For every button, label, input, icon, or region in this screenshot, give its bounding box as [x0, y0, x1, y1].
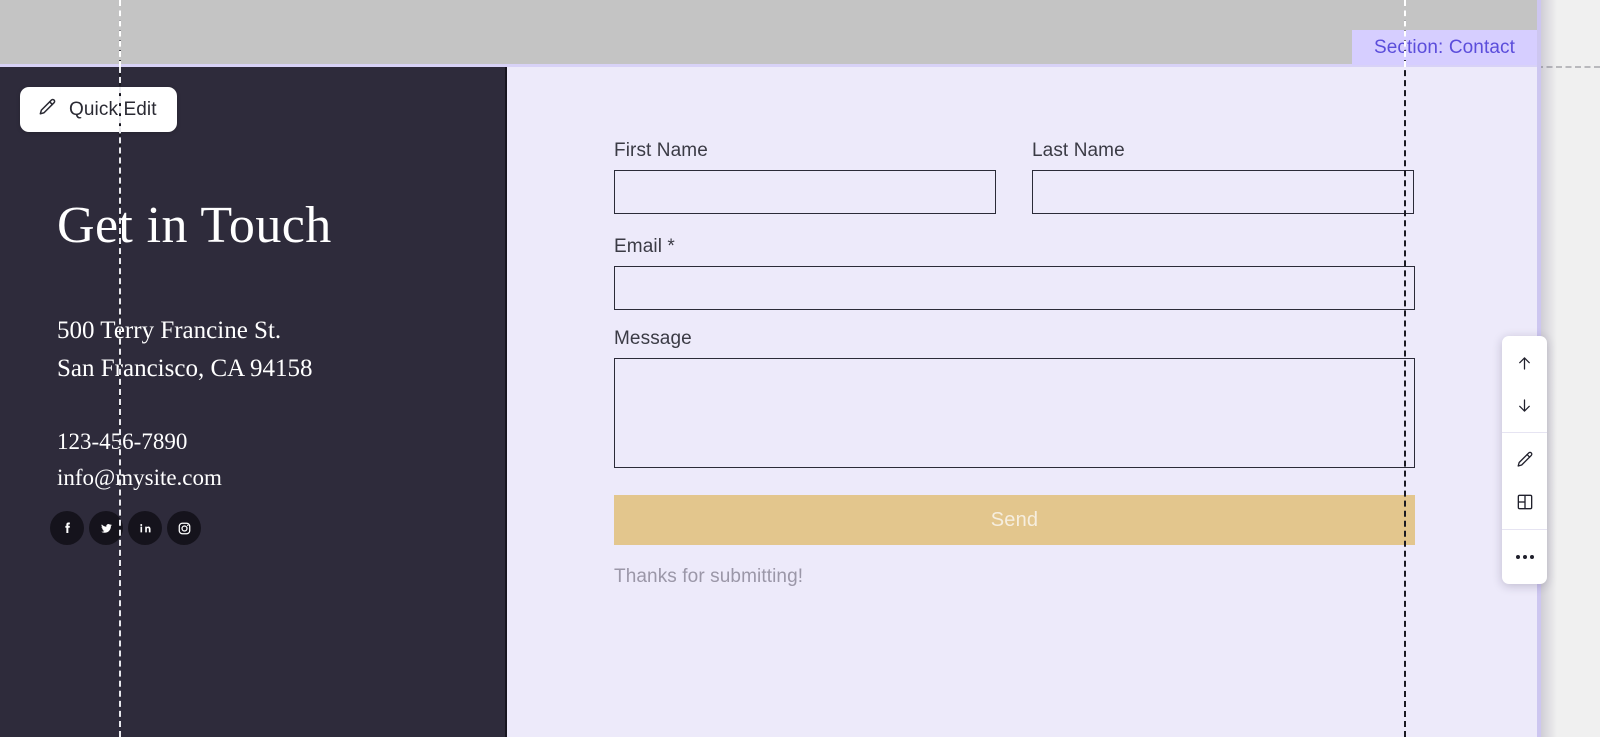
edit-section-button[interactable] — [1502, 439, 1547, 481]
contact-heading: Get in Touch — [57, 197, 332, 254]
more-options-button[interactable] — [1502, 536, 1547, 578]
message-label: Message — [614, 328, 692, 349]
name-field-row: First Name Last Name — [614, 140, 1415, 214]
toolbar-group-edit — [1502, 432, 1547, 529]
address-line-2: San Francisco, CA 94158 — [57, 355, 313, 382]
linkedin-icon — [139, 523, 151, 532]
last-name-label: Last Name — [1032, 140, 1125, 161]
message-field: Message — [614, 328, 1415, 473]
last-name-input[interactable] — [1032, 170, 1414, 214]
email-label: Email * — [614, 236, 675, 257]
social-link-twitter[interactable] — [89, 511, 123, 545]
toolbar-group-more — [1502, 529, 1547, 584]
social-link-linkedin[interactable] — [128, 511, 162, 545]
pencil-icon — [37, 97, 58, 123]
quick-edit-button[interactable]: Quick Edit — [20, 87, 177, 132]
contact-details: 123-456-7890 info@mysite.com — [57, 424, 222, 496]
instagram-icon — [178, 522, 190, 534]
email-field: Email * — [614, 236, 1415, 310]
editor-canvas-root: Quick Edit Get in Touch 500 Terry Franci… — [0, 0, 1600, 737]
form-success-message: Thanks for submitting! — [614, 566, 804, 587]
contact-info-panel: Quick Edit Get in Touch 500 Terry Franci… — [0, 67, 507, 737]
email-input[interactable] — [614, 266, 1415, 310]
first-name-input[interactable] — [614, 170, 996, 214]
canvas-top-bar — [0, 0, 1537, 64]
send-button[interactable]: Send — [614, 495, 1415, 545]
toolbar-group-move — [1502, 336, 1547, 432]
site-canvas: Quick Edit Get in Touch 500 Terry Franci… — [0, 0, 1557, 737]
message-input[interactable] — [614, 358, 1415, 468]
section-label-badge[interactable]: Section: Contact — [1352, 30, 1537, 65]
layout-panel-icon — [1517, 494, 1532, 510]
section-floating-toolbar — [1502, 336, 1547, 584]
twitter-icon — [100, 523, 112, 533]
quick-edit-label: Quick Edit — [69, 98, 157, 120]
address-line-1: 500 Terry Francine St. — [57, 317, 282, 344]
move-section-down-button[interactable] — [1502, 384, 1547, 426]
last-name-field: Last Name — [1032, 140, 1414, 214]
social-link-instagram[interactable] — [167, 511, 201, 545]
arrow-up-icon — [1519, 356, 1530, 370]
contact-address: 500 Terry Francine St. San Francisco, CA… — [57, 312, 313, 388]
contact-section[interactable]: Quick Edit Get in Touch 500 Terry Franci… — [0, 67, 1537, 737]
first-name-label: First Name — [614, 140, 708, 161]
section-layout-button[interactable] — [1502, 481, 1547, 523]
contact-phone[interactable]: 123-456-7890 — [57, 424, 222, 460]
facebook-icon — [64, 522, 70, 533]
more-options-icon — [1515, 555, 1534, 559]
first-name-field: First Name — [614, 140, 996, 214]
social-link-facebook[interactable] — [50, 511, 84, 545]
contact-form-panel: First Name Last Name Email * Message Sen… — [507, 67, 1537, 737]
arrow-down-icon — [1519, 398, 1530, 412]
social-links — [50, 511, 201, 545]
contact-email[interactable]: info@mysite.com — [57, 460, 222, 496]
move-section-up-button[interactable] — [1502, 342, 1547, 384]
contact-form: First Name Last Name Email * Message Sen… — [614, 140, 1415, 588]
pencil-icon — [1517, 451, 1532, 467]
